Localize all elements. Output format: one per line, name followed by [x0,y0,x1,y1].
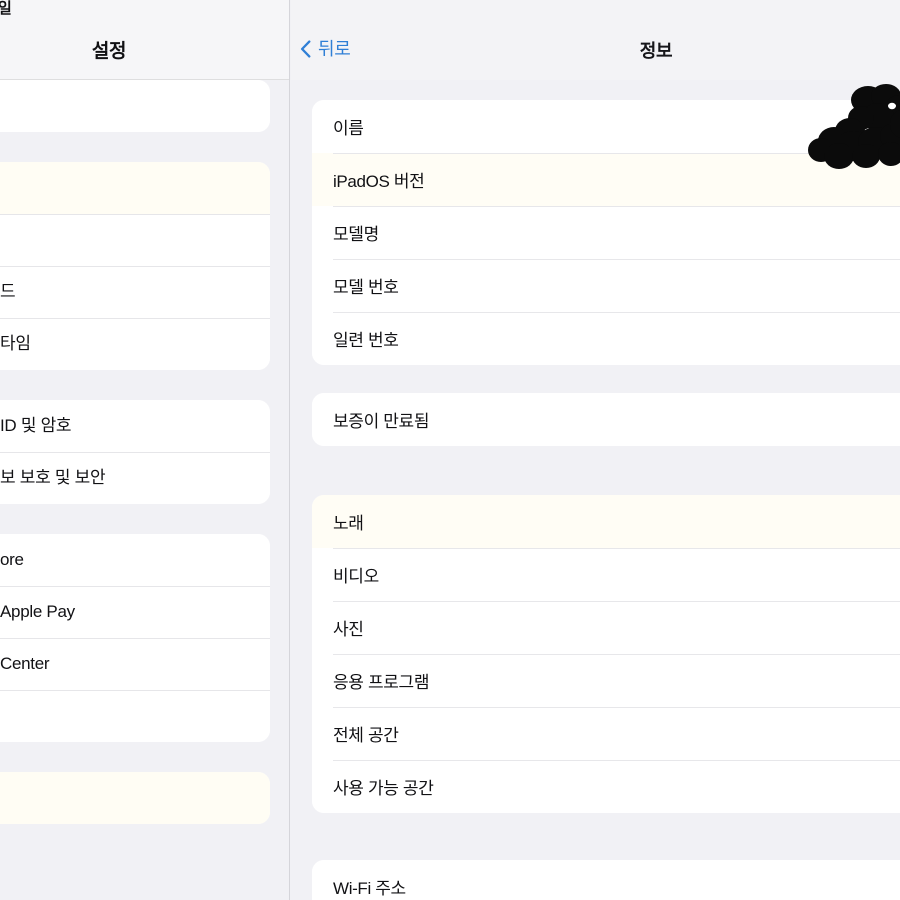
info-row-label: 모델 번호 [333,278,399,297]
sidebar-item[interactable]: Apple Pay [0,586,270,638]
info-row[interactable]: 전체 공간 [312,707,900,760]
navigation-bar: 뒤로 정보 [291,0,900,80]
sidebar-item-label: 타임 [0,334,31,353]
warranty-card: 보증이 만료됨 [312,393,900,446]
info-row[interactable]: iPadOS 버전 [312,153,900,206]
sidebar-item[interactable]: ID 및 암호 [0,400,270,452]
device-info-card: 이름 iPadOS 버전모델명iPad모델 번호M일련 번호DMPG [312,100,900,365]
info-row-label: 보증이 만료됨 [333,412,430,431]
page-title: 정보 [639,41,673,61]
info-row[interactable]: 보증이 만료됨 [312,393,900,446]
info-row[interactable]: 모델 번호M [312,259,900,312]
info-row[interactable]: 비디오 [312,548,900,601]
info-row[interactable]: 사용 가능 공간 [312,760,900,813]
sidebar-item[interactable]: 보 보호 및 보안 [0,452,270,504]
sidebar-title: 설정 [91,41,127,62]
sidebar-group: 드타임 [0,162,270,370]
sidebar-item[interactable] [0,690,270,742]
info-row[interactable]: 응용 프로그램 [312,654,900,707]
info-row-label: 일련 번호 [333,331,399,350]
about-content: 이름 iPadOS 버전모델명iPad모델 번호M일련 번호DMPG 보증이 만료… [291,80,900,900]
info-row[interactable]: 이름 [312,100,900,153]
network-info-card: Wi-Fi 주소C4:0B:3 [312,860,900,900]
info-row-label: 모델명 [333,225,379,244]
sidebar-item-label: ore [0,550,24,569]
about-detail-pane: 뒤로 정보 이름 iPadOS 버전모델명iPad모델 번호M일련 번호DMPG … [291,0,900,900]
info-row-label: 노래 [333,514,364,533]
sidebar-item-label: Apple Pay [0,602,75,621]
info-row-label: 이름 [333,119,364,138]
sidebar-item[interactable]: 드 [0,266,270,318]
sidebar-group: ID 및 암호보 보호 및 보안 [0,400,270,504]
sidebar-group: ore Apple Pay Center [0,534,270,742]
sidebar-group [0,80,270,132]
sidebar-item[interactable]: Center [0,638,270,690]
info-row[interactable]: 사진 [312,601,900,654]
info-row-label: iPadOS 버전 [333,172,425,191]
sidebar-item-label: 보 보호 및 보안 [0,468,106,487]
sidebar-item[interactable] [0,80,270,132]
info-row[interactable]: 노래 [312,495,900,548]
status-bar-date: 일 [0,0,12,18]
ipad-settings-about-screen: 일 설정 드타임 ID 및 암호보 보호 및 보안 ore Apple Pay Cent… [0,0,900,900]
sidebar-item[interactable] [0,162,270,214]
info-row-label: 전체 공간 [333,726,399,745]
info-row-label: 사용 가능 공간 [333,779,434,798]
sidebar-group [0,772,270,824]
sidebar-item-label: 드 [0,282,16,301]
status-bar: 일 [0,0,289,22]
sidebar-item-label: Center [0,654,50,673]
sidebar-item-label: ID 및 암호 [0,416,72,435]
info-row[interactable]: 모델명iPad [312,206,900,259]
info-row-label: 비디오 [333,567,379,586]
info-row-label: Wi-Fi 주소 [333,879,406,898]
info-row-label: 사진 [333,620,364,639]
info-row-label: 응용 프로그램 [333,673,430,692]
sidebar-item[interactable] [0,214,270,266]
sidebar-item[interactable] [0,772,270,824]
info-row[interactable]: 일련 번호DMPG [312,312,900,365]
sidebar-header: 설정 [0,22,289,80]
sidebar-item[interactable]: 타임 [0,318,270,370]
sidebar-item[interactable]: ore [0,534,270,586]
info-row[interactable]: Wi-Fi 주소C4:0B:3 [312,860,900,900]
storage-info-card: 노래비디오사진응용 프로그램전체 공간사용 가능 공간 [312,495,900,813]
sidebar-item-list[interactable]: 드타임 ID 및 암호보 보호 및 보안 ore Apple Pay Center [0,80,270,854]
settings-sidebar: 일 설정 드타임 ID 및 암호보 보호 및 보안 ore Apple Pay Cent… [0,0,290,900]
